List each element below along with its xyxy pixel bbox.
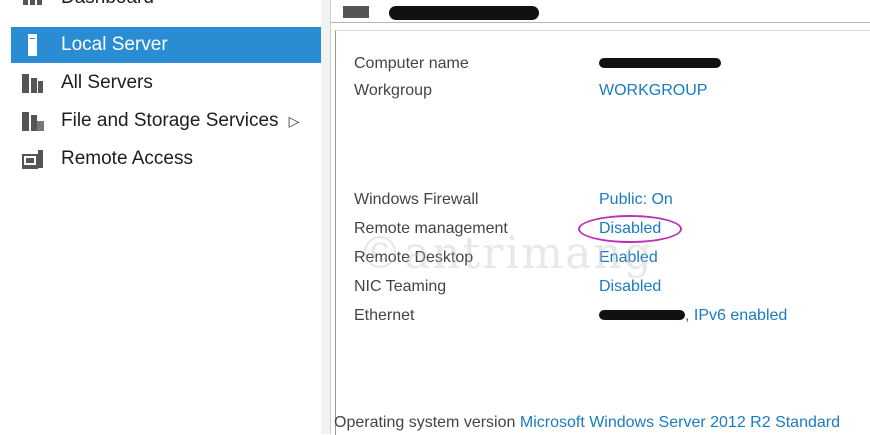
all-servers-icon (19, 73, 47, 93)
workgroup-row: Workgroup WORKGROUP (354, 81, 707, 101)
sidebar-item-label: Remote Access (61, 148, 193, 169)
sidebar-item-all-servers[interactable]: All Servers (11, 65, 321, 101)
sidebar-item-local-server[interactable]: Local Server (11, 27, 321, 63)
server-header-bar (331, 0, 870, 23)
dashboard-icon (19, 0, 47, 7)
sidebar-item-label: Local Server (61, 34, 168, 55)
remote-desktop-row: Remote Desktop Enabled (354, 248, 658, 268)
ethernet-ip-redacted[interactable] (599, 310, 685, 320)
os-version-row: Operating system version Microsoft Windo… (334, 414, 840, 432)
local-server-icon (19, 34, 47, 56)
workgroup-link[interactable]: WORKGROUP (599, 81, 707, 101)
sidebar-item-label: All Servers (61, 72, 153, 93)
header-icon (343, 6, 369, 18)
server-name-redacted (389, 6, 539, 20)
ethernet-link[interactable]: , IPv6 enabled (685, 306, 787, 326)
computer-name-value-redacted[interactable] (599, 58, 721, 68)
properties-panel: Computer name Workgroup WORKGROUP Window… (335, 30, 870, 435)
firewall-row: Windows Firewall Public: On (354, 190, 673, 210)
sidebar-nav: Dashboard Local Server All Servers File … (8, 0, 322, 434)
properties-pane: Computer name Workgroup WORKGROUP Window… (331, 0, 870, 435)
sidebar-item-label: File and Storage Services (61, 110, 279, 131)
remote-access-icon (19, 149, 47, 169)
firewall-link[interactable]: Public: On (599, 190, 673, 210)
nic-teaming-label: NIC Teaming (354, 278, 447, 295)
sidebar-item-label: Dashboard (61, 0, 154, 9)
nic-teaming-link[interactable]: Disabled (599, 277, 661, 297)
highlight-circle (578, 215, 682, 243)
ethernet-label: Ethernet (354, 307, 415, 324)
firewall-label: Windows Firewall (354, 191, 479, 208)
expand-arrow-icon[interactable]: ▷ (289, 113, 300, 130)
sidebar-item-dashboard[interactable]: Dashboard (11, 0, 321, 16)
pane-splitter[interactable] (321, 0, 331, 434)
workgroup-label: Workgroup (354, 82, 432, 99)
os-version-link[interactable]: Microsoft Windows Server 2012 R2 Standar… (520, 414, 840, 431)
remote-desktop-label: Remote Desktop (354, 249, 474, 266)
os-version-label: Operating system version (334, 414, 516, 431)
remote-management-label: Remote management (354, 220, 508, 237)
ethernet-row: Ethernet , IPv6 enabled (354, 306, 787, 326)
file-storage-icon (19, 111, 47, 131)
sidebar-item-file-storage[interactable]: File and Storage Services ▷ (11, 103, 321, 139)
remote-desktop-link[interactable]: Enabled (599, 248, 658, 268)
sidebar-item-remote-access[interactable]: Remote Access (11, 141, 321, 177)
computer-name-row: Computer name (354, 54, 721, 74)
nic-teaming-row: NIC Teaming Disabled (354, 277, 661, 297)
computer-name-label: Computer name (354, 55, 469, 72)
